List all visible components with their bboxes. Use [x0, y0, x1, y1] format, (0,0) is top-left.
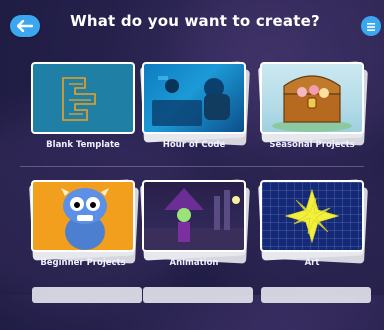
menu-button[interactable]: [361, 16, 381, 36]
project-card-hour-of-code[interactable]: Hour of Code: [138, 58, 250, 152]
header: What do you want to create?: [0, 0, 384, 50]
page-title: What do you want to create?: [70, 12, 320, 30]
next-row-card: [32, 287, 142, 303]
seasonal-projects-thumbnail: [260, 62, 364, 134]
back-button[interactable]: [10, 15, 40, 37]
project-card-seasonal-projects[interactable]: Seasonal Projects: [256, 58, 368, 152]
project-card-blank-template[interactable]: Blank Template: [27, 58, 139, 152]
back-arrow-icon: [16, 17, 34, 36]
art-thumbnail: [260, 180, 364, 252]
menu-icon: [366, 17, 376, 36]
project-label: Blank Template: [46, 140, 120, 150]
hour-of-code-thumbnail: [142, 62, 246, 134]
next-row-card: [143, 287, 253, 303]
animation-thumbnail: [142, 180, 246, 252]
beginner-projects-thumbnail: [31, 180, 135, 252]
project-label: Beginner Projects: [40, 258, 126, 268]
section-divider: [20, 166, 364, 167]
project-card-animation[interactable]: Animation: [138, 176, 250, 270]
blank-template-thumbnail: [31, 62, 135, 134]
project-card-art[interactable]: Art: [256, 176, 368, 270]
next-row-card: [261, 287, 371, 303]
project-label: Art: [304, 258, 320, 268]
project-label: Animation: [169, 258, 219, 268]
project-label: Hour of Code: [162, 140, 226, 150]
project-card-beginner-projects[interactable]: Beginner Projects: [27, 176, 139, 270]
project-label: Seasonal Projects: [269, 140, 355, 150]
